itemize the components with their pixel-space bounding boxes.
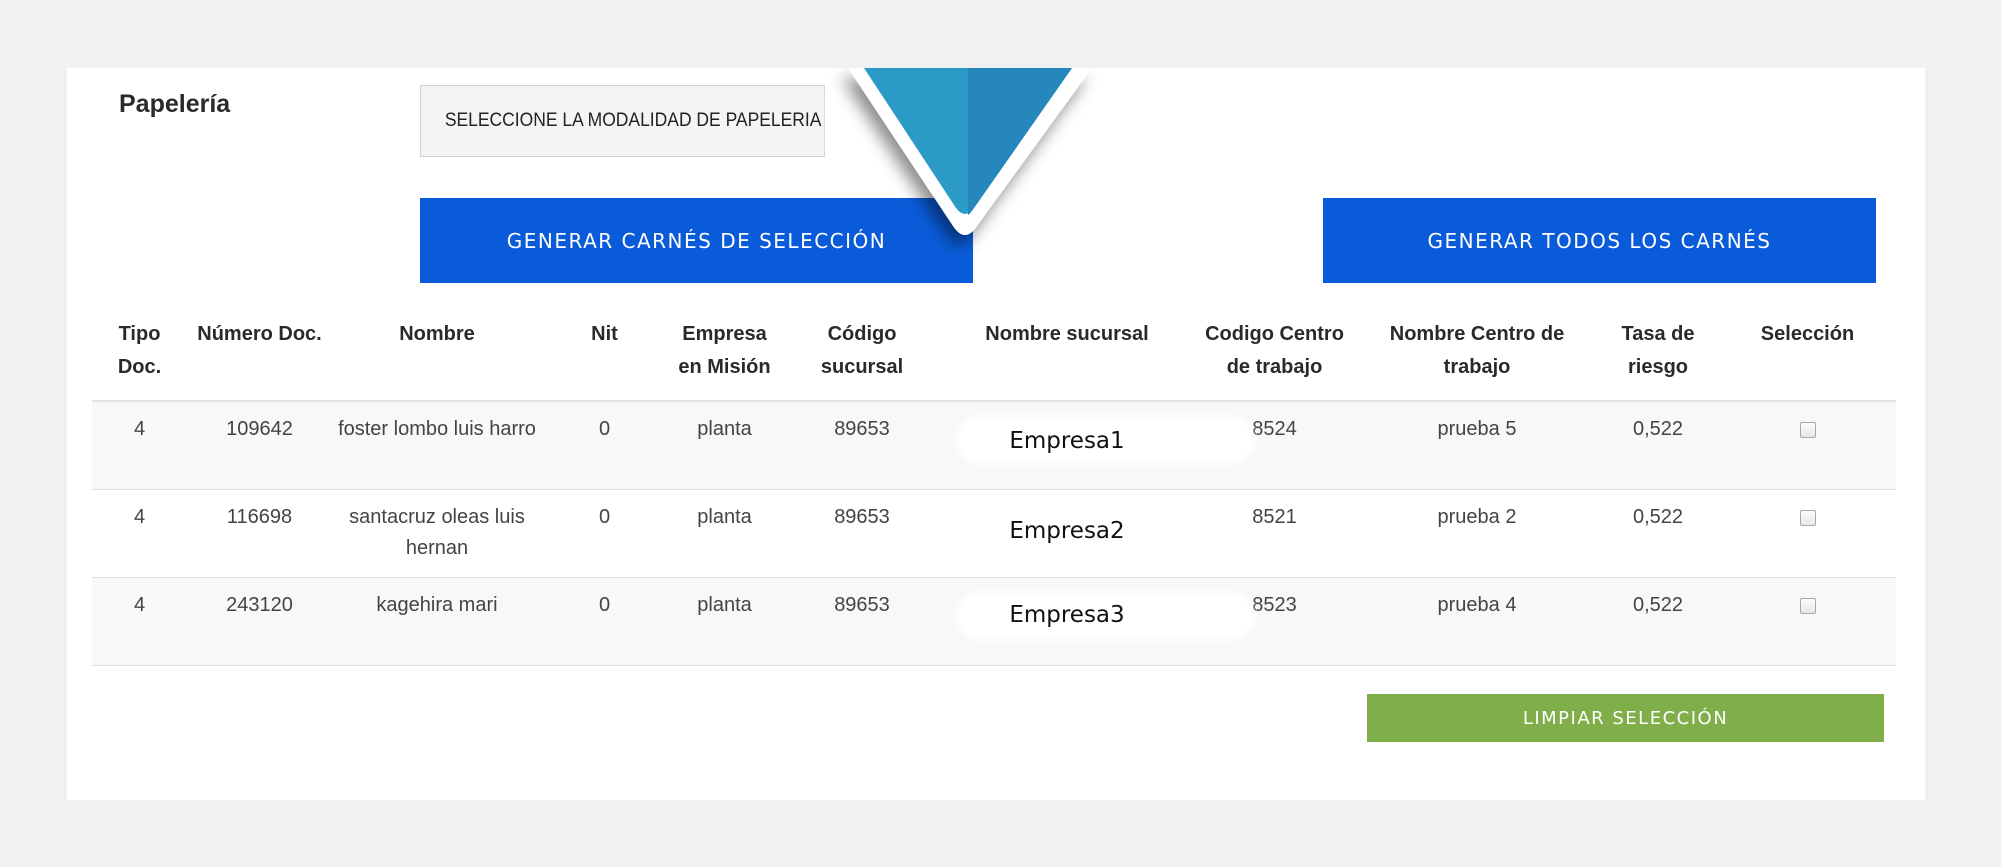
cell-codigo-sucursal: 89653 <box>782 577 942 666</box>
header-codigo-centro: Codigo Centro de trabajo <box>1192 318 1357 402</box>
cell-nombre-sucursal: Empresa3 <box>942 577 1250 666</box>
cell-numero-doc: 243120 <box>187 577 332 666</box>
cell-numero-doc: 116698 <box>187 489 332 578</box>
nombre-sucursal-text: Empresa3 <box>1009 602 1125 628</box>
cell-nombre: santacruz oleas luis hernan <box>332 489 542 578</box>
cell-codigo-sucursal: 89653 <box>782 489 942 578</box>
header-nit: Nit <box>542 318 667 402</box>
cell-tasa-riesgo: 0,522 <box>1597 577 1719 666</box>
nombre-sucursal-text: Empresa2 <box>1009 518 1125 544</box>
header-seleccion: Selección <box>1719 318 1896 402</box>
cell-empresa-mision: planta <box>667 577 782 666</box>
cell-numero-doc: 109642 <box>187 401 332 490</box>
cell-seleccion <box>1719 577 1896 666</box>
cell-empresa-mision: planta <box>667 489 782 578</box>
employees-table: Tipo Doc. Número Doc. Nombre Nit Empresa… <box>92 318 1896 666</box>
cell-nombre-centro: prueba 5 <box>1357 401 1597 490</box>
row-select-checkbox[interactable] <box>1799 510 1816 526</box>
cell-codigo-sucursal: 89653 <box>782 401 942 490</box>
header-codigo-sucursal: Código sucursal <box>782 318 942 402</box>
cell-tipo-doc: 4 <box>92 401 187 490</box>
header-empresa-mision: Empresa en Misión <box>667 318 782 402</box>
clear-selection-button[interactable]: LIMPIAR SELECCIÓN <box>1367 694 1884 742</box>
cell-codigo-centro: 8521 <box>1192 489 1357 578</box>
cell-nombre-centro: prueba 2 <box>1357 489 1597 578</box>
nombre-sucursal-text: Empresa1 <box>1009 428 1125 454</box>
papeleria-modality-select[interactable]: SELECCIONE LA MODALIDAD DE PAPELERIA <box>420 85 825 157</box>
cell-tipo-doc: 4 <box>92 577 187 666</box>
cell-nombre-sucursal: Empresa1 <box>942 401 1250 490</box>
cell-nombre: foster lombo luis harro <box>332 401 542 490</box>
table-row: 4 243120 kagehira mari 0 planta 89653 Em… <box>92 577 1896 666</box>
header-nombre-sucursal: Nombre sucursal <box>942 318 1192 402</box>
row-select-checkbox[interactable] <box>1799 598 1816 614</box>
cell-seleccion <box>1719 489 1896 578</box>
cell-seleccion <box>1719 401 1896 490</box>
cell-nit: 0 <box>542 577 667 666</box>
cell-tipo-doc: 4 <box>92 489 187 578</box>
papeleria-panel: Papelería SELECCIONE LA MODALIDAD DE PAP… <box>67 68 1925 800</box>
generate-selected-cards-button[interactable]: GENERAR CARNÉS DE SELECCIÓN <box>420 198 973 283</box>
cell-tasa-riesgo: 0,522 <box>1597 401 1719 490</box>
cell-nit: 0 <box>542 489 667 578</box>
header-nombre: Nombre <box>332 318 542 402</box>
cell-tasa-riesgo: 0,522 <box>1597 489 1719 578</box>
table-row: 4 116698 santacruz oleas luis hernan 0 p… <box>92 489 1896 578</box>
header-nombre-centro: Nombre Centro de trabajo <box>1357 318 1597 402</box>
papeleria-label: Papelería <box>119 90 231 118</box>
header-tasa-riesgo: Tasa de riesgo <box>1597 318 1719 402</box>
header-tipo-doc: Tipo Doc. <box>92 318 187 402</box>
cell-empresa-mision: planta <box>667 401 782 490</box>
row-select-checkbox[interactable] <box>1799 422 1816 438</box>
cell-nombre-centro: prueba 4 <box>1357 577 1597 666</box>
papeleria-select-value: SELECCIONE LA MODALIDAD DE PAPELERIA <box>444 110 822 131</box>
generate-all-cards-button[interactable]: GENERAR TODOS LOS CARNÉS <box>1323 198 1876 283</box>
cell-nombre-sucursal: Empresa2 <box>942 489 1192 578</box>
table-row: 4 109642 foster lombo luis harro 0 plant… <box>92 401 1896 490</box>
cell-nit: 0 <box>542 401 667 490</box>
header-numero-doc: Número Doc. <box>187 318 332 402</box>
cell-nombre: kagehira mari <box>332 577 542 666</box>
table-header-row: Tipo Doc. Número Doc. Nombre Nit Empresa… <box>92 318 1896 402</box>
